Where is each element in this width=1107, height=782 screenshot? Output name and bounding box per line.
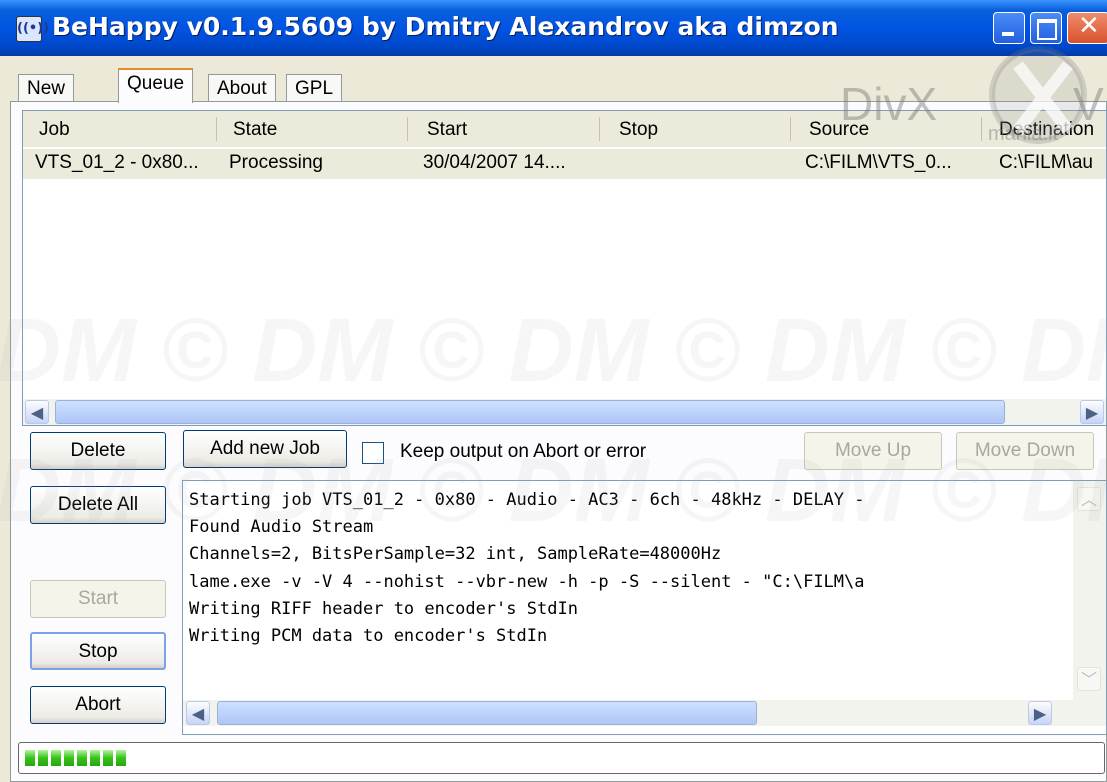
cell-source: C:\FILM\VTS_0... — [805, 152, 952, 173]
queue-horizontal-scrollbar[interactable]: ◀ ▶ — [23, 399, 1106, 425]
queue-list[interactable]: Job State Start Stop Source Destination … — [22, 110, 1107, 426]
scroll-down-icon[interactable]: ﹀ — [1077, 667, 1101, 691]
delete-all-button[interactable]: Delete All — [30, 486, 166, 524]
tab-about[interactable]: About — [208, 74, 276, 102]
start-button[interactable]: Start — [30, 580, 166, 618]
cell-destination: C:\FILM\au — [999, 152, 1093, 173]
move-up-button[interactable]: Move Up — [804, 432, 942, 470]
move-down-button[interactable]: Move Down — [956, 432, 1094, 470]
progress-block — [77, 750, 87, 766]
keep-output-checkbox[interactable] — [362, 442, 384, 464]
cell-state: Processing — [229, 152, 323, 173]
table-row[interactable]: VTS_01_2 - 0x80... Processing 30/04/2007… — [23, 149, 1106, 179]
scroll-right-icon[interactable]: ▶ — [1028, 701, 1052, 725]
scroll-left-icon[interactable]: ◀ — [25, 400, 49, 424]
log-horizontal-scrollbar[interactable]: ◀ ▶ — [183, 700, 1106, 726]
cell-job: VTS_01_2 - 0x80... — [35, 152, 199, 173]
scroll-up-icon[interactable]: ︿ — [1077, 487, 1101, 511]
cell-start: 30/04/2007 14.... — [423, 152, 566, 173]
log-line: Channels=2, BitsPerSample=32 int, Sample… — [189, 544, 722, 564]
log-output[interactable]: Starting job VTS_01_2 - 0x80 - Audio - A… — [182, 480, 1107, 735]
log-line: Starting job VTS_01_2 - 0x80 - Audio - A… — [189, 490, 865, 510]
column-header-source[interactable]: Source — [809, 119, 869, 141]
delete-button[interactable]: Delete — [30, 432, 166, 470]
app-icon[interactable]: ((•)) — [16, 16, 49, 42]
add-new-job-button[interactable]: Add new Job — [183, 430, 347, 468]
close-button[interactable]: ✕ — [1067, 11, 1107, 44]
log-line: Writing RIFF header to encoder's StdIn — [189, 599, 578, 619]
scroll-thumb[interactable] — [55, 400, 1005, 424]
tab-new-job[interactable]: New Job — [18, 74, 75, 127]
column-header-destination[interactable]: Destination — [999, 119, 1094, 141]
log-line: lame.exe -v -V 4 --nohist --vbr-new -h -… — [189, 572, 865, 592]
keep-output-label: Keep output on Abort or error — [400, 441, 647, 462]
scroll-right-icon[interactable]: ▶ — [1080, 400, 1104, 424]
column-header-stop[interactable]: Stop — [619, 119, 658, 141]
scroll-thumb[interactable] — [217, 701, 757, 725]
tab-queue[interactable]: Queue — [118, 68, 194, 103]
column-header-state[interactable]: State — [233, 119, 277, 141]
progress-block — [51, 750, 61, 766]
tab-gpl[interactable]: GPL — [286, 74, 343, 102]
progress-block — [38, 750, 48, 766]
queue-list-header: Job State Start Stop Source Destination — [23, 111, 1106, 147]
scroll-left-icon[interactable]: ◀ — [186, 701, 210, 725]
column-header-job[interactable]: Job — [39, 119, 70, 141]
log-vertical-scrollbar[interactable]: ︿ ﹀ — [1073, 481, 1106, 700]
close-icon: ✕ — [1078, 11, 1100, 41]
stop-button[interactable]: Stop — [30, 632, 166, 670]
log-line: Found Audio Stream — [189, 517, 374, 537]
minimize-button[interactable] — [993, 12, 1025, 44]
progress-block — [103, 750, 113, 766]
progress-bar — [18, 742, 1105, 774]
progress-block — [25, 750, 35, 766]
abort-button[interactable]: Abort — [30, 686, 166, 724]
app-window: ((•)) BeHappy v0.1.9.5609 by Dmitry Alex… — [0, 0, 1107, 782]
log-line: Writing PCM data to encoder's StdIn — [189, 626, 548, 646]
minimize-icon — [1002, 32, 1014, 36]
column-header-start[interactable]: Start — [427, 119, 467, 141]
title-bar[interactable]: ((•)) BeHappy v0.1.9.5609 by Dmitry Alex… — [0, 0, 1107, 56]
progress-block — [116, 750, 126, 766]
maximize-icon — [1037, 19, 1057, 40]
progress-block — [90, 750, 100, 766]
progress-block — [64, 750, 74, 766]
maximize-button[interactable] — [1030, 12, 1062, 44]
window-title: BeHappy v0.1.9.5609 by Dmitry Alexandrov… — [52, 12, 839, 41]
